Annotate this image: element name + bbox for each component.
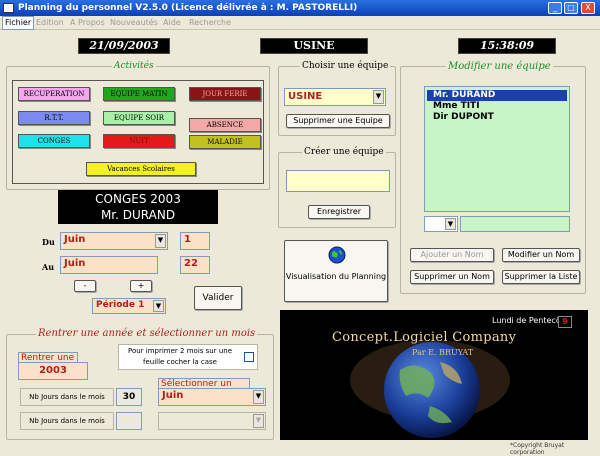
- year-input[interactable]: 2003: [18, 362, 88, 380]
- activites-title: Activités: [112, 61, 156, 71]
- print-option-label: Pour imprimer 2 mois sur une feuille coc…: [127, 347, 232, 366]
- logo-company-name: Concept.Logiciel Company: [332, 330, 517, 345]
- nb-jours-label-2: Nb Jours dans le mois: [20, 412, 114, 430]
- copyright-label: *Copyright Bruyat corporation: [510, 442, 565, 456]
- du-day-field[interactable]: 1: [180, 232, 210, 250]
- year-month-title: Rentrer une année et sélectionner un moi…: [36, 328, 258, 339]
- plus-button[interactable]: +: [130, 280, 152, 292]
- modify-team-title: Modifier une équipe: [446, 61, 553, 72]
- menu-recherche[interactable]: Recherche: [189, 17, 231, 29]
- choose-team-title: Choisir une équipe: [300, 61, 391, 71]
- activite-conges-button[interactable]: CONGES: [18, 134, 90, 148]
- team-select[interactable]: USINE ▼: [284, 88, 386, 106]
- periode-select[interactable]: Période 1 ▼: [92, 298, 166, 314]
- app-icon: [3, 3, 14, 13]
- add-name-button[interactable]: Ajouter un Nom: [410, 248, 494, 262]
- nb-jours-value-1: 30: [116, 388, 142, 406]
- activite-vacances-scolaires-button[interactable]: Vacances Scolaires: [86, 162, 196, 176]
- conges-banner: CONGES 2003 Mr. DURAND: [58, 190, 218, 224]
- minimize-button[interactable]: _: [548, 2, 562, 14]
- second-month-select: ▼: [158, 412, 266, 430]
- activite-recuperation-button[interactable]: RECUPERATION: [18, 87, 90, 101]
- activite-equipe-matin-button[interactable]: EQUIPE MATIN: [103, 87, 175, 101]
- print-two-months-checkbox[interactable]: [244, 352, 254, 362]
- visualisation-label: Visualisation du Planning: [285, 272, 387, 281]
- modify-name-button[interactable]: Modifier un Nom: [502, 248, 580, 262]
- month-select-label: Sélectionner un mois: [158, 378, 250, 399]
- member-item[interactable]: Mr. DURAND: [433, 90, 495, 101]
- save-team-button[interactable]: Enregistrer: [308, 205, 370, 219]
- minus-button[interactable]: -: [74, 280, 96, 292]
- maximize-button[interactable]: □: [564, 2, 578, 14]
- delete-list-button[interactable]: Supprimer la Liste: [502, 270, 580, 284]
- window-title: Planning du personnel V2.5.0 (Licence dé…: [18, 3, 358, 13]
- menu-aide[interactable]: Aide: [163, 17, 181, 29]
- du-label: Du: [42, 237, 55, 247]
- conges-employee-label: Mr. DURAND: [100, 208, 176, 222]
- menu-nouveautes[interactable]: Nouveautés: [110, 17, 158, 29]
- conges-year-label: CONGES 2003: [95, 192, 181, 206]
- menu-bar: Fichier Edition A Propos Nouveautés Aide…: [0, 16, 600, 30]
- activite-absence-button[interactable]: ABSENCE: [189, 118, 261, 132]
- member-item[interactable]: Mme TITI: [433, 101, 480, 112]
- year-field-label: Rentrer une année: [18, 352, 78, 373]
- chevron-down-icon[interactable]: ▼: [153, 300, 164, 312]
- month-value: Juin: [162, 390, 184, 401]
- title-select[interactable]: ▼: [424, 216, 458, 232]
- activite-jour-ferie-button[interactable]: JOUR FERIE: [189, 87, 261, 101]
- au-day-field[interactable]: 22: [180, 256, 210, 274]
- globe-icon: [328, 246, 346, 264]
- delete-team-button[interactable]: Supprimer une Equipe: [286, 114, 390, 128]
- du-month-select[interactable]: Juin ▼: [60, 232, 168, 250]
- du-month-value: Juin: [64, 234, 86, 245]
- activite-nuit-button[interactable]: NUIT: [103, 134, 175, 148]
- title-bar: Planning du personnel V2.5.0 (Licence dé…: [0, 0, 600, 16]
- member-item[interactable]: Dir DUPONT: [433, 112, 494, 123]
- au-label: Au: [42, 262, 55, 272]
- logo-banner: Lundi de Pentecôte 9 Concept.Logiciel Co…: [280, 310, 588, 440]
- valider-button[interactable]: Valider: [194, 286, 242, 310]
- au-month-field[interactable]: Juin: [60, 256, 158, 274]
- periode-value: Période 1: [96, 300, 145, 310]
- nb-jours-label-1: Nb Jours dans le mois: [20, 388, 114, 406]
- logo-author: Par E. BRUYAT: [412, 348, 474, 357]
- site-display: USINE: [260, 38, 368, 54]
- close-button[interactable]: X: [581, 2, 595, 14]
- nb-jours-value-2: [116, 412, 142, 430]
- chevron-down-icon[interactable]: ▼: [445, 218, 456, 230]
- activite-maladie-button[interactable]: MALADIE: [189, 135, 261, 149]
- member-list[interactable]: Mr. DURAND Mme TITI Dir DUPONT: [424, 86, 570, 212]
- create-team-title: Créer une équipe: [302, 147, 386, 157]
- date-display: 21/09/2003: [78, 38, 170, 54]
- activite-rtt-button[interactable]: R.T.T.: [18, 111, 90, 125]
- team-select-value: USINE: [288, 91, 323, 102]
- new-team-input[interactable]: [286, 170, 390, 192]
- menu-a-propos[interactable]: A Propos: [70, 17, 105, 29]
- menu-fichier[interactable]: Fichier: [2, 16, 35, 30]
- activite-equipe-soir-button[interactable]: EQUIPE SOIR: [103, 111, 175, 125]
- time-display: 15:38:09: [458, 38, 556, 54]
- name-input[interactable]: [460, 216, 570, 232]
- chevron-down-icon[interactable]: ▼: [155, 234, 166, 248]
- chevron-down-icon: ▼: [253, 414, 264, 428]
- chevron-down-icon[interactable]: ▼: [253, 390, 264, 404]
- chevron-down-icon[interactable]: ▼: [373, 90, 384, 104]
- month-select[interactable]: Juin ▼: [158, 388, 266, 406]
- holiday-value: 9: [558, 316, 572, 328]
- menu-edition[interactable]: Edition: [36, 17, 64, 29]
- delete-name-button[interactable]: Supprimer un Nom: [410, 270, 494, 284]
